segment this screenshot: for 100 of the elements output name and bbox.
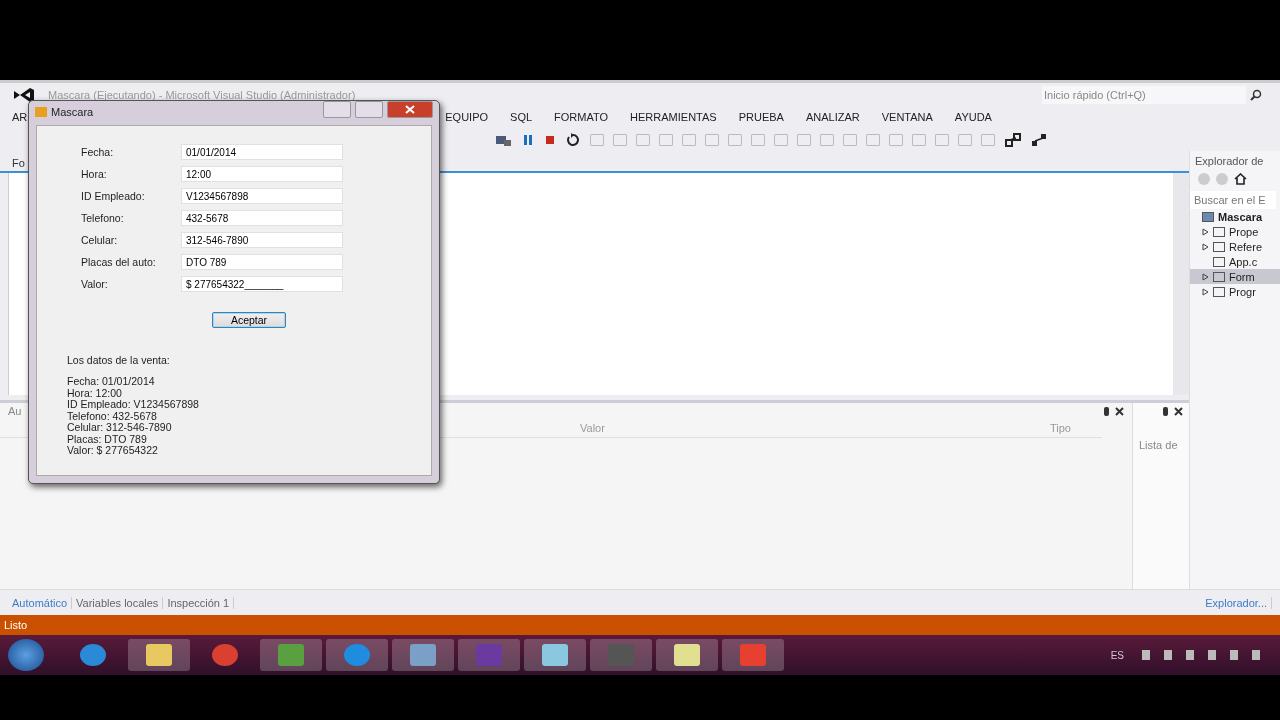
tree-label: Refere <box>1229 240 1263 253</box>
restart-icon[interactable] <box>566 132 580 147</box>
menu-item[interactable]: FORMATO <box>554 111 609 123</box>
project-icon <box>1202 211 1214 222</box>
close-icon[interactable] <box>1115 406 1124 416</box>
search-field[interactable]: Buscar en el E <box>1190 191 1276 209</box>
output-heading: Los datos de la venta: <box>67 354 171 366</box>
close-icon <box>405 105 415 114</box>
output-line: Placas: DTO 789 <box>67 433 148 445</box>
field-label: Placas del auto: <box>81 256 157 268</box>
quick-launch-field[interactable]: Inicio rápido (Ctrl+Q) <box>1042 85 1246 104</box>
toolbar-icon[interactable] <box>751 133 765 146</box>
toolbar-icon[interactable] <box>774 133 788 146</box>
layout-icon[interactable] <box>1005 132 1021 147</box>
toolbar-icon[interactable] <box>797 133 811 146</box>
tree-item[interactable]: Progr <box>1190 284 1280 299</box>
toolbar-icon[interactable] <box>636 133 650 146</box>
maximize-button[interactable] <box>355 101 383 118</box>
panel-tab[interactable]: Variables locales <box>72 596 164 609</box>
panel-title: Lista de <box>1139 439 1179 451</box>
toolbar-icon[interactable] <box>682 133 696 146</box>
input-field[interactable]: V1234567898 <box>181 188 343 204</box>
pin-icon[interactable] <box>1104 406 1109 416</box>
toolbar-icon[interactable] <box>728 133 742 146</box>
field-label: ID Empleado: <box>81 190 146 202</box>
field-label: Telefono: <box>81 212 125 224</box>
menu-item[interactable]: PRUEBA <box>738 111 784 123</box>
toolbar-icon[interactable] <box>820 133 834 146</box>
taskbar-button[interactable] <box>392 639 454 671</box>
toolbar-icon[interactable] <box>981 133 995 146</box>
file-icon <box>1213 241 1225 252</box>
tree-item[interactable]: Prope <box>1190 224 1280 239</box>
menu-item[interactable]: ANALIZAR <box>805 111 860 123</box>
scrollbar[interactable] <box>1173 173 1189 395</box>
tree-item[interactable]: Refere <box>1190 239 1280 254</box>
tree-item[interactable]: Form <box>1190 269 1280 284</box>
output-line: Hora: 12:00 <box>67 387 123 399</box>
layout-icon[interactable] <box>1031 132 1047 147</box>
back-icon[interactable] <box>1198 173 1210 185</box>
tree-label: Form <box>1229 270 1255 283</box>
app-icon <box>35 107 47 117</box>
output-line: Telefono: 432-5678 <box>67 410 158 422</box>
tree-item[interactable]: Mascara <box>1190 209 1280 224</box>
file-icon <box>1213 286 1225 297</box>
menu-item[interactable]: SQL <box>510 111 533 123</box>
toolbar-icon[interactable] <box>659 133 673 146</box>
menu-item[interactable]: AR <box>12 111 28 123</box>
pause-icon[interactable] <box>522 133 534 146</box>
toolbar-icon[interactable] <box>613 133 627 146</box>
window-title: Mascara (Ejecutando) - Microsoft Visual Studio (Administrador) <box>48 88 356 101</box>
output-line: Valor: $ 277654322 <box>67 445 159 457</box>
taskbar-button[interactable] <box>524 639 586 671</box>
status-text: Listo <box>4 619 28 631</box>
panel-tab[interactable]: Inspección 1 <box>163 596 235 609</box>
tree-label: Prope <box>1229 225 1259 238</box>
menu-item[interactable]: AYUDA <box>954 111 992 123</box>
toolbar-icon[interactable] <box>590 133 604 146</box>
output-line: Celular: 312-546-7890 <box>67 422 173 434</box>
document-tab[interactable]: Fo <box>8 155 29 171</box>
toolbar-icon[interactable] <box>958 133 972 146</box>
forward-icon[interactable] <box>1216 173 1228 185</box>
toolbar-icon[interactable] <box>889 133 903 146</box>
tree-item[interactable]: App.c <box>1190 254 1280 269</box>
toolbar-icon[interactable] <box>935 133 949 146</box>
minimize-button[interactable] <box>323 101 351 118</box>
close-button[interactable] <box>387 101 433 118</box>
tree-label: App.c <box>1229 255 1258 268</box>
language-indicator[interactable]: ES <box>1110 649 1124 661</box>
tree-label: Progr <box>1229 285 1256 298</box>
toolbar-icon[interactable] <box>843 133 857 146</box>
menu-item[interactable]: VENTANA <box>881 111 933 123</box>
stop-icon[interactable] <box>544 133 556 146</box>
input-field[interactable]: 12:00 <box>181 166 343 182</box>
menu-item[interactable]: HERRAMIENTAS <box>630 111 717 123</box>
panel-tab[interactable]: Explorador... <box>1201 596 1272 609</box>
taskbar-button[interactable] <box>128 639 190 671</box>
file-icon <box>1213 271 1225 282</box>
input-field[interactable]: 312-546-7890 <box>181 232 343 248</box>
input-field[interactable]: 01/01/2014 <box>181 144 343 160</box>
taskbar-button[interactable] <box>656 639 718 671</box>
home-icon[interactable] <box>1234 173 1247 185</box>
field-label: Fecha: <box>81 146 115 158</box>
toolbar-icon[interactable] <box>866 133 880 146</box>
window-title: Mascara <box>51 106 94 118</box>
field-label: Hora: <box>81 168 108 180</box>
taskbar-button[interactable] <box>260 639 322 671</box>
menu-item[interactable]: EQUIPO <box>445 111 489 123</box>
input-field[interactable]: 432-5678 <box>181 210 343 226</box>
close-icon[interactable] <box>1174 406 1183 416</box>
accept-button[interactable]: Aceptar <box>212 312 286 328</box>
toolbar-icon[interactable] <box>912 133 926 146</box>
start-button[interactable] <box>8 639 44 671</box>
input-field[interactable]: $ 277654322_______ <box>181 276 343 292</box>
panel-tab[interactable]: Automático <box>8 596 73 609</box>
panel-title: Au <box>8 405 22 417</box>
file-icon <box>1213 256 1225 267</box>
file-icon <box>1213 226 1225 237</box>
input-field[interactable]: DTO 789 <box>181 254 343 270</box>
toolbar-icon[interactable] <box>705 133 719 146</box>
pin-icon[interactable] <box>1163 406 1168 416</box>
